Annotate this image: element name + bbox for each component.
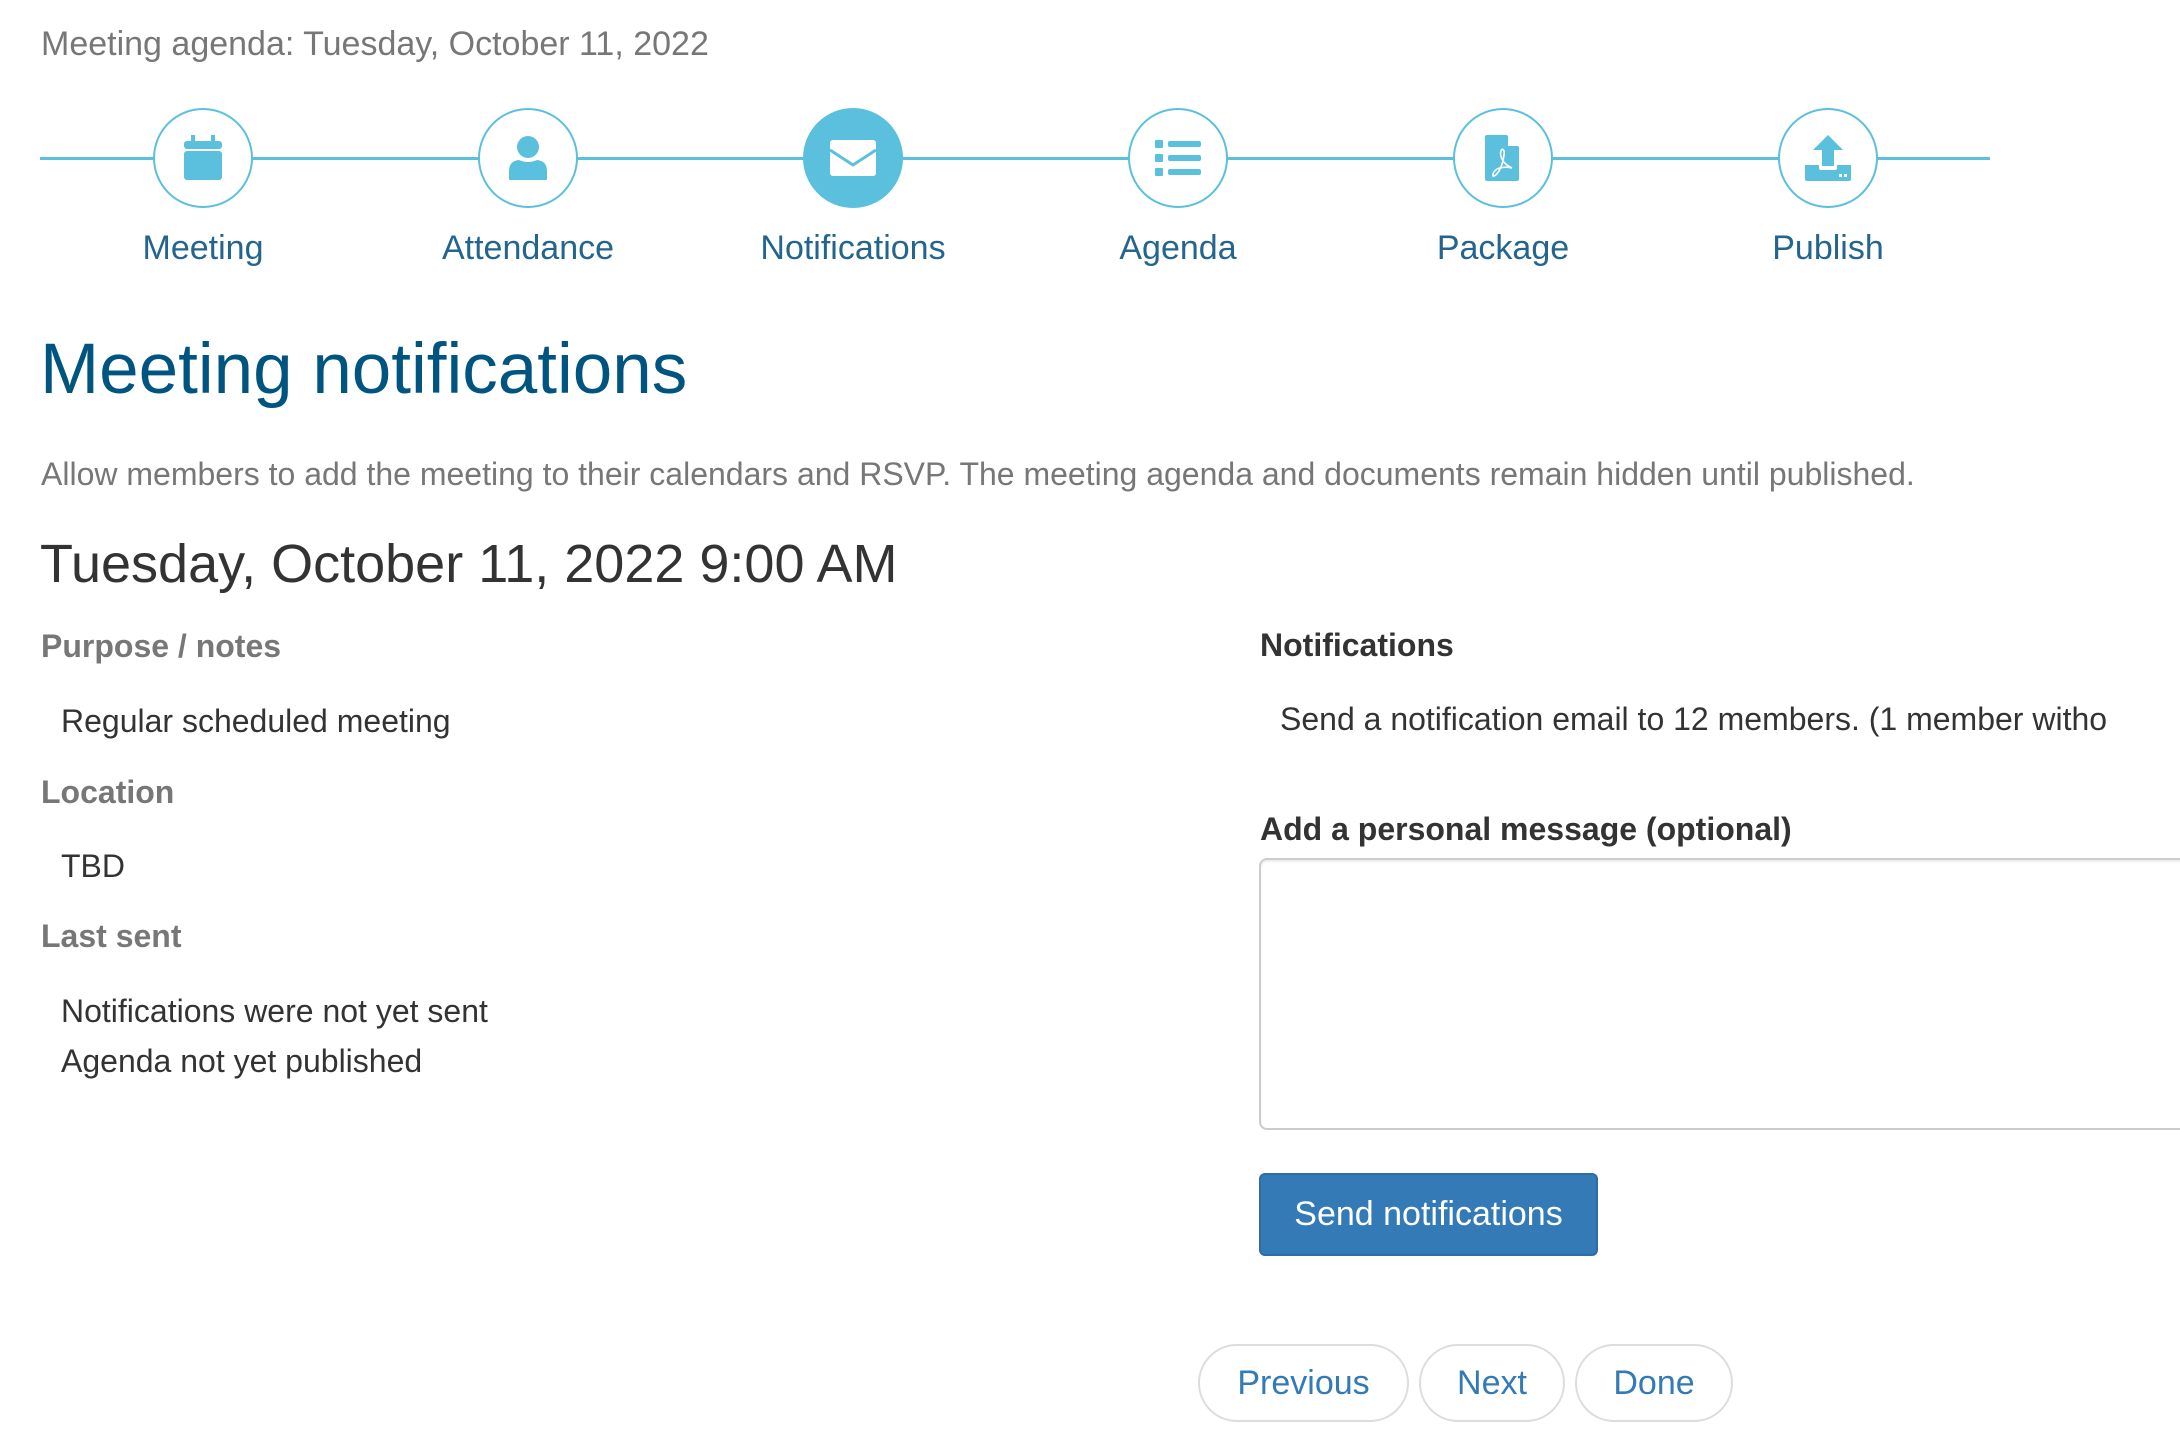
previous-button[interactable]: Previous: [1198, 1344, 1409, 1422]
upload-icon: [1805, 135, 1851, 181]
page-description: Allow members to add the meeting to thei…: [41, 456, 1915, 492]
notification-summary: Send a notification email to 12 members.…: [1280, 701, 2108, 737]
done-button[interactable]: Done: [1575, 1344, 1733, 1422]
step-circle-active: [803, 108, 903, 208]
send-notifications-button[interactable]: Send notifications: [1259, 1173, 1598, 1256]
location-label: Location: [41, 774, 175, 810]
step-agenda[interactable]: Agenda: [1028, 108, 1328, 268]
step-circle: [478, 108, 578, 208]
personal-message-label: Add a personal message (optional): [1260, 811, 1792, 847]
last-sent-agenda-status: Agenda not yet published: [61, 1043, 423, 1079]
step-circle: [1778, 108, 1878, 208]
last-sent-label: Last sent: [41, 918, 182, 954]
last-sent-notifications-status: Notifications were not yet sent: [61, 993, 488, 1029]
step-label: Meeting: [142, 229, 264, 267]
location-value: TBD: [61, 848, 125, 884]
step-publish[interactable]: Publish: [1678, 108, 1978, 268]
meeting-datetime: Tuesday, October 11, 2022 9:00 AM: [40, 534, 898, 594]
pdf-file-icon: [1485, 135, 1521, 181]
step-package[interactable]: Package: [1353, 108, 1653, 268]
list-icon: [1155, 140, 1201, 176]
step-notifications[interactable]: Notifications: [703, 108, 1003, 268]
next-button[interactable]: Next: [1419, 1344, 1565, 1422]
envelope-icon: [830, 140, 876, 176]
step-circle: [1128, 108, 1228, 208]
calendar-icon: [183, 135, 223, 181]
step-label: Publish: [1772, 229, 1884, 267]
page-context-title: Meeting agenda: Tuesday, October 11, 202…: [41, 25, 709, 63]
step-circle: [153, 108, 253, 208]
step-meeting[interactable]: Meeting: [53, 108, 353, 268]
purpose-label: Purpose / notes: [41, 628, 282, 664]
step-label: Package: [1436, 229, 1570, 267]
notifications-heading: Notifications: [1260, 627, 1454, 663]
user-icon: [507, 135, 549, 181]
step-label: Agenda: [1119, 229, 1237, 267]
personal-message-textarea[interactable]: [1259, 858, 2180, 1130]
purpose-value: Regular scheduled meeting: [61, 703, 451, 739]
step-circle: [1453, 108, 1553, 208]
step-attendance[interactable]: Attendance: [378, 108, 678, 268]
step-label: Attendance: [441, 229, 615, 267]
page-title: Meeting notifications: [40, 330, 688, 409]
step-label: Notifications: [760, 229, 946, 267]
